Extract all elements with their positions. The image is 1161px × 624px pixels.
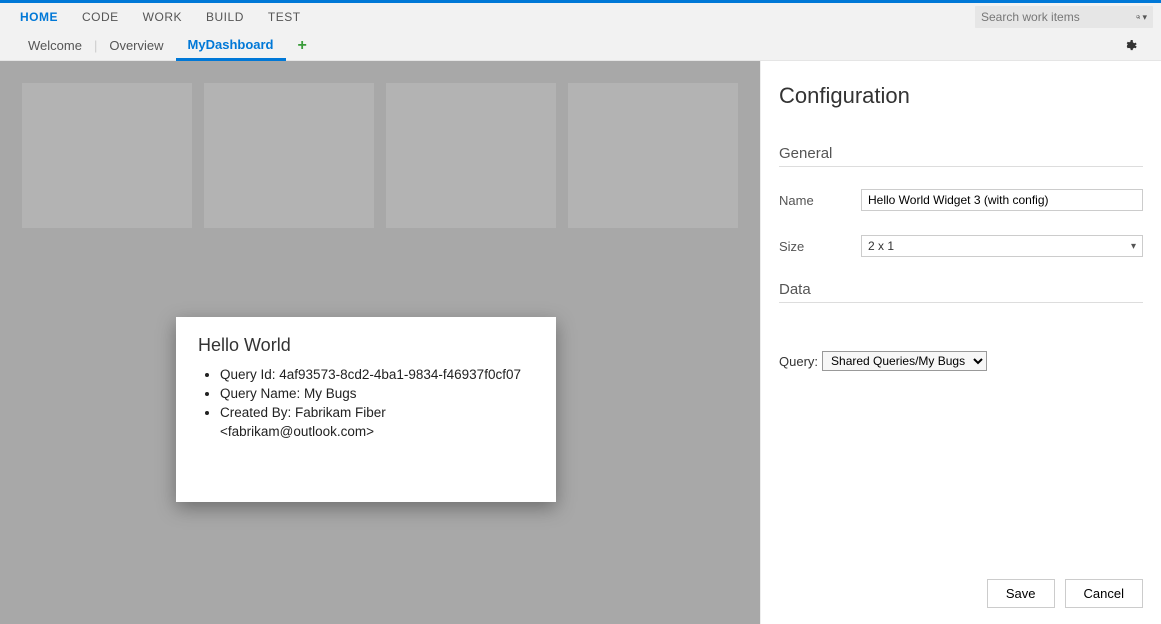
button-row: Save Cancel xyxy=(779,567,1143,608)
gear-icon[interactable] xyxy=(1121,38,1137,54)
tab-code[interactable]: CODE xyxy=(70,5,131,29)
subnav-item-overview[interactable]: Overview xyxy=(97,31,175,61)
tab-home[interactable]: HOME xyxy=(8,5,70,29)
widget-list-item: Query Name: My Bugs xyxy=(220,385,534,403)
widget-placeholder[interactable] xyxy=(568,83,738,228)
save-button[interactable]: Save xyxy=(987,579,1055,608)
sub-nav: Welcome | Overview MyDashboard + xyxy=(0,31,1161,61)
query-select[interactable]: Shared Queries/My Bugs xyxy=(822,351,987,371)
section-general: General xyxy=(779,145,1143,167)
subnav-item-mydashboard[interactable]: MyDashboard xyxy=(176,31,286,61)
chevron-down-icon: ▾ xyxy=(1131,241,1136,252)
search-icon xyxy=(1136,10,1140,24)
config-title: Configuration xyxy=(779,83,1143,109)
configuration-panel: Configuration General Name Size 2 x 1 ▾ … xyxy=(760,61,1161,624)
cancel-button[interactable]: Cancel xyxy=(1065,579,1143,608)
name-input[interactable] xyxy=(861,189,1143,211)
widget-placeholder-row xyxy=(22,83,738,228)
main-split: Hello World Query Id: 4af93573-8cd2-4ba1… xyxy=(0,61,1161,624)
top-nav-tabs: HOME CODE WORK BUILD TEST xyxy=(8,5,313,29)
widget-placeholder[interactable] xyxy=(386,83,556,228)
add-dashboard-button[interactable]: + xyxy=(286,37,319,55)
size-value: 2 x 1 xyxy=(868,239,894,253)
size-field: Size 2 x 1 ▾ xyxy=(779,235,1143,257)
tab-test[interactable]: TEST xyxy=(256,5,313,29)
search-input[interactable] xyxy=(981,10,1136,24)
name-field: Name xyxy=(779,189,1143,211)
name-label: Name xyxy=(779,193,861,208)
top-nav: HOME CODE WORK BUILD TEST ▾ xyxy=(0,3,1161,31)
section-data: Data xyxy=(779,281,1143,303)
widget-placeholder[interactable] xyxy=(22,83,192,228)
query-label: Query: xyxy=(779,354,818,369)
widget-list-item: Created By: Fabrikam Fiber <fabrikam@out… xyxy=(220,404,534,440)
subnav-item-welcome[interactable]: Welcome xyxy=(16,31,94,61)
widget-list-item: Query Id: 4af93573-8cd2-4ba1-9834-f46937… xyxy=(220,366,534,384)
dashboard-area: Hello World Query Id: 4af93573-8cd2-4ba1… xyxy=(0,61,760,624)
tab-work[interactable]: WORK xyxy=(131,5,194,29)
widget-list: Query Id: 4af93573-8cd2-4ba1-9834-f46937… xyxy=(198,366,534,441)
widget-title: Hello World xyxy=(198,335,534,356)
search-box[interactable]: ▾ xyxy=(975,6,1153,28)
search-dropdown-icon[interactable]: ▾ xyxy=(1142,12,1147,23)
query-field: Query: Shared Queries/My Bugs xyxy=(779,351,1143,371)
size-label: Size xyxy=(779,239,861,254)
size-select[interactable]: 2 x 1 ▾ xyxy=(861,235,1143,257)
hello-world-widget[interactable]: Hello World Query Id: 4af93573-8cd2-4ba1… xyxy=(176,317,556,502)
widget-placeholder[interactable] xyxy=(204,83,374,228)
tab-build[interactable]: BUILD xyxy=(194,5,256,29)
